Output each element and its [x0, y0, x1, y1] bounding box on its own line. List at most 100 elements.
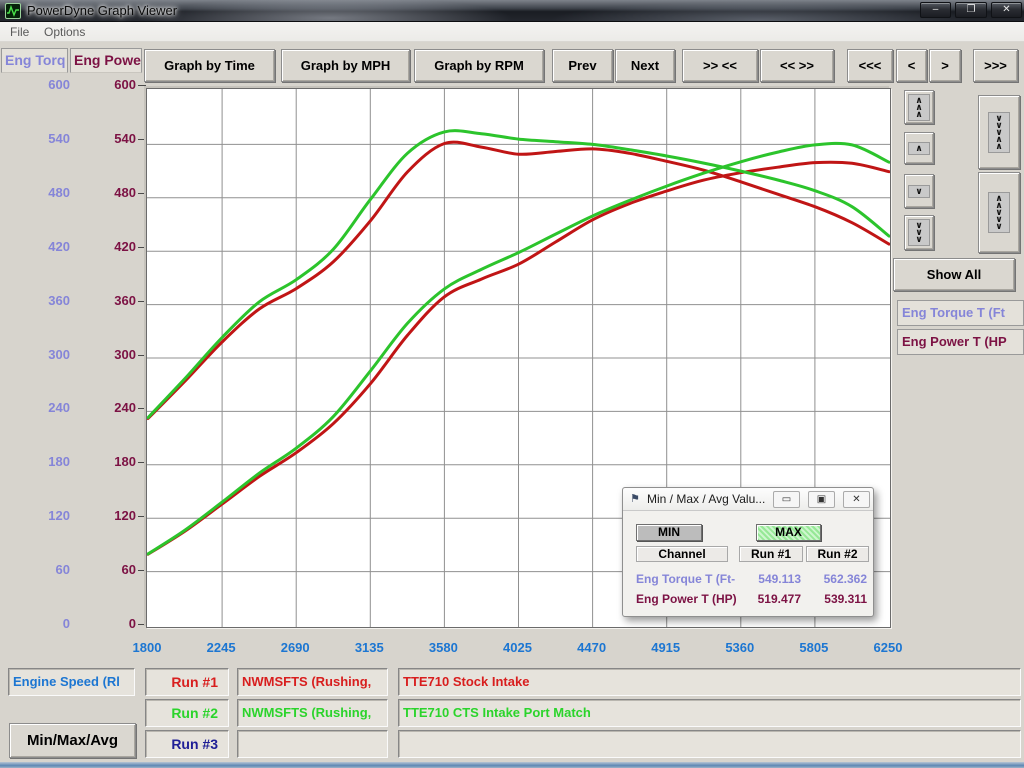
power-axis-label: Eng Powe	[74, 52, 141, 68]
power-y-tick-label: 240	[86, 400, 136, 416]
scroll-left-button[interactable]: <	[896, 49, 927, 82]
y-axis-tick	[138, 85, 146, 86]
torque-y-tick-label: 480	[20, 185, 70, 201]
minmax-close-button[interactable]: ✕	[843, 491, 870, 508]
min-mode-button[interactable]: MIN	[636, 524, 702, 541]
zoom-out-buttons[interactable]: << >>	[760, 49, 834, 82]
zoom-in-buttons[interactable]: >> <<	[682, 49, 758, 82]
run-description-field[interactable]: TTE710 CTS Intake Port Match	[398, 699, 1021, 727]
chevron-icon: ∨∨∨	[908, 219, 929, 246]
collapse-range-button[interactable]: ∨∨∨∧∧	[978, 95, 1020, 169]
run-label: Run #3	[146, 731, 224, 757]
y-axis-tick	[138, 516, 146, 517]
y-axis-tick	[138, 570, 146, 571]
minmax-window: ⚑ Min / Max / Avg Valu... ▭ ▣ ✕ MIN MAX …	[622, 487, 874, 617]
scroll-down-fast-button[interactable]: ∨∨∨	[904, 215, 934, 250]
chevron-icon: ∨∨∨∧∧	[988, 112, 1009, 153]
menu-options[interactable]: Options	[38, 22, 91, 42]
close-button[interactable]: ✕	[991, 2, 1022, 18]
x-tick-label: 2245	[191, 640, 251, 656]
run-label-box[interactable]: Run #3	[145, 730, 229, 758]
x-channel-text: Engine Speed (Rl	[9, 669, 134, 695]
menu-file[interactable]: File	[4, 22, 35, 42]
torque-y-tick-label: 420	[20, 239, 70, 255]
y-axis-tick	[138, 193, 146, 194]
run-source-field[interactable]: NWMSFTS (Rushing,	[237, 668, 388, 696]
scroll-right-button[interactable]: >	[929, 49, 961, 82]
minmax-minimize-button[interactable]: ▭	[773, 491, 800, 508]
x-tick-label: 4470	[562, 640, 622, 656]
run-label-box[interactable]: Run #2	[145, 699, 229, 727]
channel-column-header[interactable]: Channel	[636, 546, 728, 562]
power-channel-text: Eng Power T (HP	[902, 334, 1007, 349]
show-all-button[interactable]: Show All	[893, 258, 1015, 291]
restore-button[interactable]: ❐	[955, 2, 987, 18]
power-y-tick-label: 540	[86, 131, 136, 147]
x-tick-label: 3135	[339, 640, 399, 656]
chevron-icon: ∧∧∧	[908, 94, 929, 121]
scroll-down-button[interactable]: ∨	[904, 174, 934, 208]
torque-y-tick-label: 180	[20, 454, 70, 470]
power-channel-label[interactable]: Eng Power T (HP	[897, 329, 1024, 355]
torque-y-tick-label: 300	[20, 347, 70, 363]
minmax-run1-value: 519.477	[741, 592, 801, 606]
torque-y-tick-label: 600	[20, 77, 70, 93]
next-button[interactable]: Next	[615, 49, 675, 82]
title-bar[interactable]: PowerDyne Graph Viewer – ❐ ✕	[0, 0, 1024, 22]
minimize-button[interactable]: –	[920, 2, 951, 18]
torque-y-tick-label: 240	[20, 400, 70, 416]
minmax-title-bar[interactable]: ⚑ Min / Max / Avg Valu... ▭ ▣ ✕	[623, 488, 873, 511]
minmax-maximize-button[interactable]: ▣	[808, 491, 835, 508]
power-y-tick-label: 180	[86, 454, 136, 470]
scroll-far-right-button[interactable]: >>>	[973, 49, 1018, 82]
minmaxavg-button[interactable]: Min/Max/Avg	[9, 723, 136, 758]
torque-axis-tab[interactable]: Eng Torq	[1, 48, 68, 73]
run-source-field[interactable]: NWMSFTS (Rushing,	[237, 699, 388, 727]
power-y-tick-label: 420	[86, 239, 136, 255]
scroll-far-left-button[interactable]: <<<	[847, 49, 893, 82]
power-y-tick-label: 480	[86, 185, 136, 201]
graph-by-mph-button[interactable]: Graph by MPH	[281, 49, 410, 82]
run-source-text: NWMSFTS (Rushing,	[238, 700, 387, 726]
x-tick-label: 4915	[636, 640, 696, 656]
menu-bar: File Options	[0, 22, 1024, 42]
x-tick-label: 3580	[413, 640, 473, 656]
app-icon	[5, 3, 21, 19]
torque-y-tick-label: 360	[20, 293, 70, 309]
power-axis-tab[interactable]: Eng Powe	[70, 48, 142, 73]
minmax-window-title: Min / Max / Avg Valu...	[647, 488, 765, 511]
run-label-box[interactable]: Run #1	[145, 668, 229, 696]
graph-by-time-button[interactable]: Graph by Time	[144, 49, 275, 82]
scroll-up-button[interactable]: ∧	[904, 132, 934, 164]
expand-range-button[interactable]: ∧∧∨∨∨	[978, 172, 1020, 253]
torque-channel-label[interactable]: Eng Torque T (Ft	[897, 300, 1024, 326]
x-tick-label: 4025	[488, 640, 548, 656]
run-description-field[interactable]: TTE710 Stock Intake	[398, 668, 1021, 696]
window-title: PowerDyne Graph Viewer	[27, 0, 177, 22]
x-channel-field[interactable]: Engine Speed (Rl	[8, 668, 135, 696]
torque-y-tick-label: 60	[20, 562, 70, 578]
run-description-field[interactable]	[398, 730, 1021, 758]
run-description-text: TTE710 CTS Intake Port Match	[399, 700, 1020, 726]
x-tick-label: 5360	[710, 640, 770, 656]
scroll-up-fast-button[interactable]: ∧∧∧	[904, 90, 934, 124]
run2-column-header[interactable]: Run #2	[806, 546, 869, 562]
powerdyne-window: PowerDyne Graph Viewer – ❐ ✕ File Option…	[0, 0, 1024, 768]
minmax-window-icon: ⚑	[630, 492, 640, 505]
graph-by-rpm-button[interactable]: Graph by RPM	[414, 49, 544, 82]
power-y-tick-label: 0	[86, 616, 136, 632]
run-source-field[interactable]	[237, 730, 388, 758]
window-bottom-border	[0, 762, 1024, 768]
run-label: Run #2	[146, 700, 224, 726]
main-content: Eng Torq Eng Powe Graph by TimeGraph by …	[0, 42, 1024, 762]
y-axis-tick	[138, 139, 146, 140]
minmax-run2-value: 539.311	[807, 592, 867, 606]
y-axis-tick	[138, 355, 146, 356]
power-y-tick-label: 300	[86, 347, 136, 363]
run1-column-header[interactable]: Run #1	[739, 546, 803, 562]
x-tick-label: 5805	[784, 640, 844, 656]
prev-button[interactable]: Prev	[552, 49, 613, 82]
max-mode-button[interactable]: MAX	[756, 524, 821, 541]
y-axis-tick	[138, 462, 146, 463]
torque-y-tick-label: 0	[20, 616, 70, 632]
